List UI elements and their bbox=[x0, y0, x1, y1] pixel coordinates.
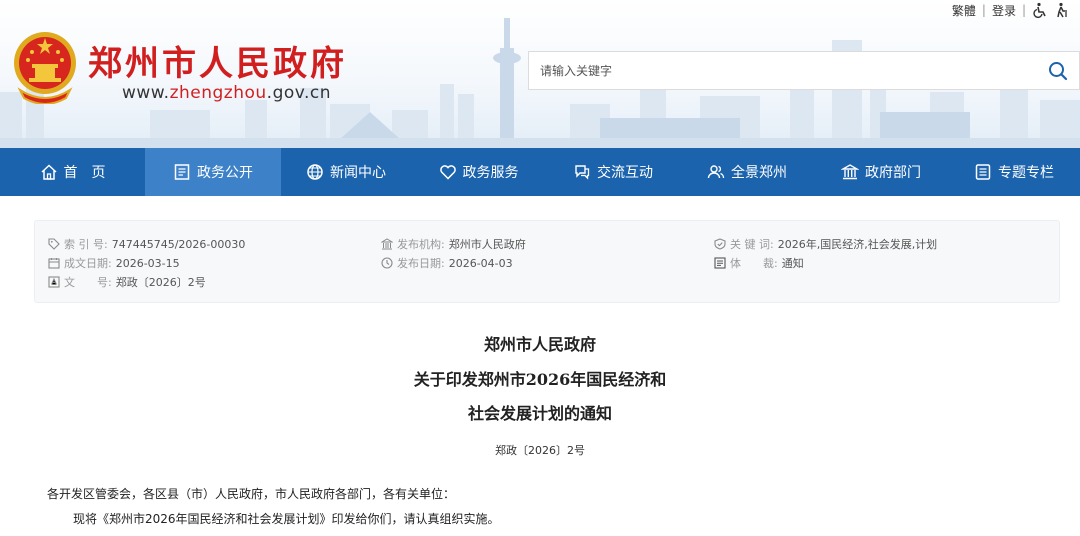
search-input[interactable] bbox=[529, 52, 1039, 89]
nav-item-departments[interactable]: 政府部门 bbox=[814, 148, 948, 196]
list-icon bbox=[714, 257, 726, 269]
info-value: 2026-04-03 bbox=[448, 256, 513, 270]
info-index-number: 索 引 号: 747445745/2026-00030 bbox=[48, 236, 245, 252]
info-label: 发布日期: bbox=[397, 257, 445, 270]
building-icon bbox=[841, 164, 859, 180]
nav-label: 首 页 bbox=[63, 165, 106, 181]
site-url-suffix: .gov.cn bbox=[266, 83, 332, 103]
home-icon bbox=[40, 164, 57, 180]
info-created-date: 成文日期: 2026-03-15 bbox=[48, 255, 180, 271]
nav-item-home[interactable]: 首 页 bbox=[0, 148, 145, 196]
institution-icon bbox=[381, 238, 393, 250]
site-url[interactable]: www.zhengzhou.gov.cn bbox=[122, 83, 331, 103]
info-value: 747445745/2026-00030 bbox=[111, 237, 246, 251]
info-publishing-org: 发布机构: 郑州市人民政府 bbox=[381, 236, 526, 252]
clock-icon bbox=[381, 257, 393, 269]
search-button[interactable] bbox=[1037, 52, 1079, 89]
document-number-icon bbox=[48, 276, 60, 288]
calendar-icon bbox=[48, 258, 60, 269]
users-icon bbox=[707, 165, 725, 179]
nav-label: 政务公开 bbox=[197, 165, 253, 181]
article-title-line-3: 社会发展计划的通知 bbox=[467, 404, 612, 423]
wheelchair-icon[interactable] bbox=[1032, 2, 1048, 18]
tag-icon bbox=[48, 238, 60, 250]
nav-label: 政务服务 bbox=[462, 165, 519, 181]
info-label: 索 引 号: bbox=[64, 238, 108, 251]
article-body-paragraph: 现将《郑州市2026年国民经济和社会发展计划》印发给你们，请认真组织实施。 bbox=[73, 512, 500, 526]
info-keywords: 关 键 词: 2026年,国民经济,社会发展,计划 bbox=[714, 236, 937, 252]
nav-item-interaction[interactable]: 交流互动 bbox=[546, 148, 680, 196]
info-value: 通知 bbox=[781, 257, 804, 270]
info-label: 发布机构: bbox=[397, 238, 445, 251]
divider: | bbox=[1021, 3, 1026, 17]
globe-icon bbox=[307, 164, 323, 180]
national-emblem-icon bbox=[14, 32, 76, 104]
site-url-prefix: www. bbox=[122, 83, 170, 103]
main-nav: 首 页 政务公开 新闻中心 政务服务 交流互动 全景郑州 政府部门 专题专栏 bbox=[0, 148, 1080, 196]
document-info-panel: 索 引 号: 747445745/2026-00030 成文日期: 2026-03-… bbox=[34, 220, 1060, 303]
nav-label: 新闻中心 bbox=[330, 165, 386, 181]
nav-item-special-topics[interactable]: 专题专栏 bbox=[948, 148, 1080, 196]
search-box bbox=[528, 51, 1080, 90]
nav-label: 交流互动 bbox=[597, 165, 653, 181]
traditional-chinese-link[interactable]: 繁體 bbox=[952, 2, 976, 19]
elder-icon[interactable] bbox=[1054, 2, 1070, 18]
site-title[interactable]: 郑州市人民政府 bbox=[88, 36, 347, 85]
top-links: 繁體 | 登录 | bbox=[952, 0, 1070, 20]
nav-label: 全景郑州 bbox=[731, 165, 787, 181]
heart-icon bbox=[439, 165, 456, 180]
nav-item-news[interactable]: 新闻中心 bbox=[281, 148, 411, 196]
list-icon bbox=[975, 164, 991, 180]
site-url-highlight: zhengzhou bbox=[169, 83, 267, 103]
nav-item-panorama[interactable]: 全景郑州 bbox=[680, 148, 814, 196]
info-genre: 体 裁: 通知 bbox=[714, 255, 804, 271]
shield-check-icon bbox=[714, 238, 726, 250]
info-label: 文 号: bbox=[64, 276, 112, 289]
article-title-line-1: 郑州市人民政府 bbox=[483, 335, 596, 354]
search-icon bbox=[1049, 61, 1068, 80]
site-header: 郑州市人民政府 www.zhengzhou.gov.cn 繁體 | 登录 | bbox=[0, 0, 1080, 148]
info-value: 郑州市人民政府 bbox=[448, 238, 526, 251]
nav-label: 政府部门 bbox=[865, 165, 921, 181]
info-label: 体 裁: bbox=[730, 257, 778, 270]
info-published-date: 发布日期: 2026-04-03 bbox=[381, 255, 513, 271]
nav-item-government-affairs[interactable]: 政务公开 bbox=[145, 148, 281, 196]
chat-icon bbox=[575, 165, 590, 180]
info-value: 郑政〔2026〕2号 bbox=[115, 276, 206, 289]
info-document-number: 文 号: 郑政〔2026〕2号 bbox=[48, 274, 206, 290]
info-value: 2026-03-15 bbox=[115, 256, 180, 270]
divider: | bbox=[981, 3, 986, 17]
nav-label: 专题专栏 bbox=[998, 165, 1054, 181]
info-label: 关 键 词: bbox=[730, 238, 774, 251]
document-icon bbox=[174, 164, 190, 180]
article-title-line-2: 关于印发郑州市2026年国民经济和 bbox=[413, 370, 667, 389]
article-salutation: 各开发区管委会，各区县（市）人民政府，市人民政府各部门，各有关单位： bbox=[47, 487, 456, 501]
nav-item-services[interactable]: 政务服务 bbox=[411, 148, 546, 196]
login-link[interactable]: 登录 bbox=[992, 2, 1016, 19]
info-label: 成文日期: bbox=[64, 257, 112, 270]
info-value: 2026年,国民经济,社会发展,计划 bbox=[777, 238, 938, 251]
article-doc-number: 郑政〔2026〕2号 bbox=[495, 444, 585, 457]
